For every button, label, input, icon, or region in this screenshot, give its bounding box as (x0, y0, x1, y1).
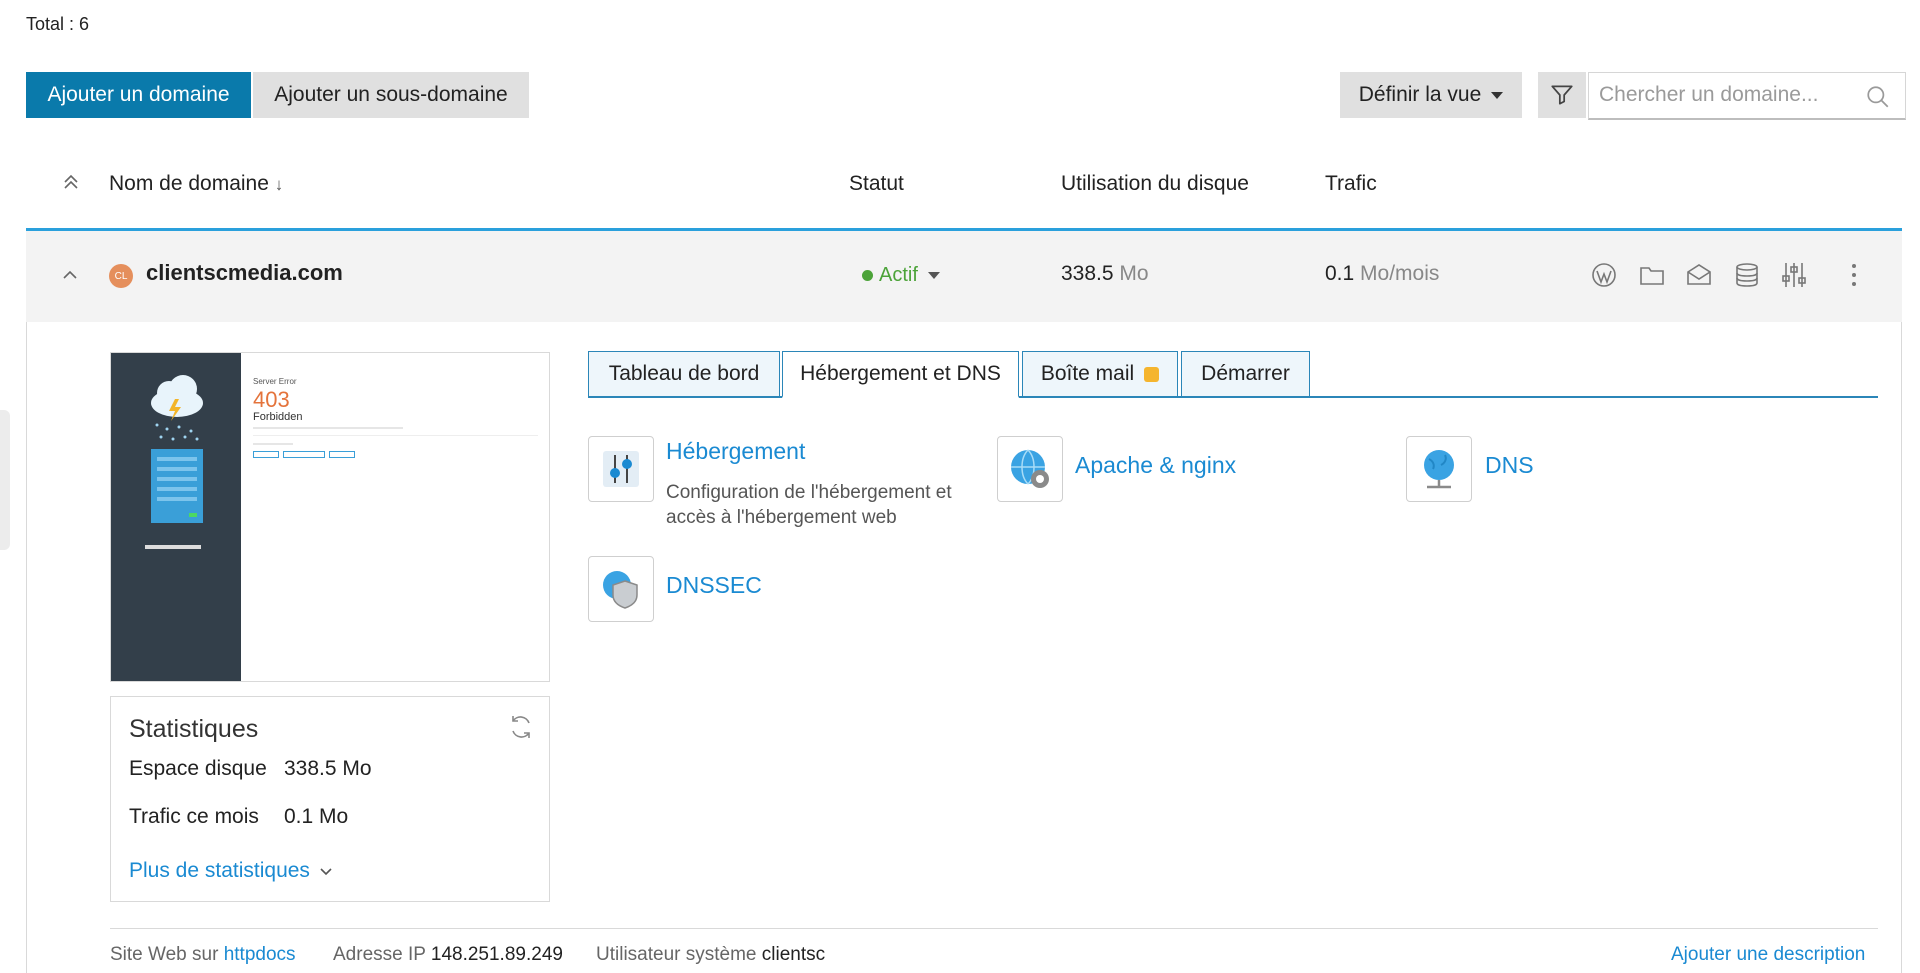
mail-icon[interactable] (1685, 261, 1713, 289)
search-icon[interactable] (1865, 84, 1891, 110)
column-header-traffic[interactable]: Trafic (1325, 172, 1377, 196)
preview-dark-panel (111, 353, 241, 681)
system-user-label: Utilisateur système (596, 944, 757, 965)
status-dropdown[interactable]: Actif (862, 264, 940, 287)
column-header-disk[interactable]: Utilisation du disque (1061, 172, 1249, 196)
add-domain-button[interactable]: Ajouter un domaine (26, 72, 251, 118)
status-dot-icon (862, 270, 873, 281)
tab-hosting-dns[interactable]: Hébergement et DNS (782, 351, 1019, 398)
footer-divider (110, 928, 1878, 929)
refresh-icon[interactable] (507, 713, 535, 741)
hosting-icon-tile[interactable] (588, 436, 654, 502)
statistics-card: Statistiques Espace disque 338.5 Mo Traf… (110, 696, 550, 902)
column-header-status[interactable]: Statut (849, 172, 904, 196)
tab-getting-started[interactable]: Démarrer (1181, 351, 1310, 397)
sort-down-icon: ↓ (274, 175, 284, 194)
traffic-unit: Mo/mois (1360, 262, 1440, 285)
dns-globe-icon (1424, 450, 1454, 489)
add-description-link[interactable]: Ajouter une description (1671, 944, 1865, 966)
chevron-down-icon (320, 868, 332, 876)
database-icon[interactable] (1733, 261, 1761, 289)
hosting-link[interactable]: Hébergement (666, 438, 805, 465)
system-user-value: clientsc (761, 944, 826, 965)
footer-ip: Adresse IP 148.251.89.249 (333, 944, 563, 966)
dns-link[interactable]: DNS (1485, 452, 1534, 479)
preview-button (283, 451, 325, 458)
traffic-usage: 0.1 Mo/mois (1325, 262, 1439, 286)
preview-text-line (253, 443, 293, 445)
preview-error-text: Forbidden (253, 411, 303, 423)
preview-divider (253, 435, 538, 436)
tab-mailbox-label: Boîte mail (1040, 362, 1135, 385)
traffic-month-label: Trafic ce mois (129, 805, 259, 828)
domain-name-link[interactable]: clientscmedia.com (146, 260, 343, 286)
apache-nginx-link[interactable]: Apache & nginx (1075, 452, 1236, 479)
search-field[interactable] (1588, 72, 1906, 120)
disk-usage: 338.5 Mo (1061, 262, 1149, 286)
hosting-description-line2: accès à l'hébergement web (666, 507, 897, 528)
cloud-storm-icon (151, 375, 203, 523)
statistics-title: Statistiques (129, 715, 259, 743)
ip-label: Adresse IP (333, 944, 426, 965)
ip-value: 148.251.89.249 (430, 944, 563, 965)
server-base (145, 545, 201, 549)
disk-space-value: 338.5 Mo (284, 757, 372, 780)
disk-usage-value: 338.5 (1061, 262, 1114, 285)
website-preview[interactable]: Server Error 403 Forbidden (110, 352, 550, 682)
preview-button (253, 451, 279, 458)
preview-error-code: 403 (253, 387, 290, 412)
traffic-month-value: 0.1 Mo (284, 805, 349, 828)
hosting-settings-icon (603, 451, 639, 487)
footer-system-user: Utilisateur système clientsc (596, 944, 825, 966)
more-stats-link[interactable]: Plus de statistiques (129, 859, 334, 883)
more-icon[interactable] (1848, 262, 1860, 288)
collapse-all-icon[interactable] (60, 172, 82, 194)
more-stats-label: Plus de statistiques (129, 859, 310, 882)
dnssec-icon-tile[interactable] (588, 556, 654, 622)
footer-website: Site Web sur httpdocs (110, 944, 296, 966)
website-root-link[interactable]: httpdocs (224, 944, 296, 965)
dnssec-link[interactable]: DNSSEC (666, 572, 762, 599)
preview-error-title: Server Error (253, 377, 297, 386)
hosting-description-line1: Configuration de l'hébergement et (666, 482, 952, 503)
traffic-value: 0.1 (1325, 262, 1355, 285)
add-subdomain-button[interactable]: Ajouter un sous-domaine (253, 72, 529, 118)
disk-space-label: Espace disque (129, 757, 267, 780)
total-count: Total : 6 (26, 14, 90, 34)
preview-button (329, 451, 355, 458)
domain-header-label: Nom de domaine (109, 172, 269, 195)
disk-usage-unit: Mo (1119, 262, 1149, 285)
filter-button[interactable] (1538, 72, 1586, 118)
define-view-label: Définir la vue (1358, 83, 1482, 106)
tab-dashboard[interactable]: Tableau de bord (588, 351, 780, 397)
apache-icon-tile[interactable] (997, 436, 1063, 502)
wordpress-icon[interactable] (1590, 261, 1618, 289)
website-label: Site Web sur (110, 944, 219, 965)
avatar: CL (109, 264, 133, 288)
caret-down-icon (1491, 91, 1504, 99)
preview-text-line (253, 427, 403, 429)
search-input[interactable] (1589, 73, 1849, 117)
warning-badge (1144, 366, 1160, 382)
sidebar-handle[interactable] (0, 410, 10, 550)
tab-mailbox[interactable]: Boîte mail (1022, 351, 1178, 397)
filter-icon (1551, 85, 1573, 105)
define-view-dropdown[interactable]: Définir la vue (1340, 72, 1522, 118)
dnssec-shield-icon (603, 571, 638, 609)
status-label: Actif (879, 264, 918, 286)
sliders-icon[interactable] (1780, 260, 1808, 290)
dns-icon-tile[interactable] (1406, 436, 1472, 502)
folder-icon[interactable] (1638, 262, 1666, 288)
caret-down-icon (927, 272, 940, 279)
chevron-up-icon[interactable] (60, 265, 80, 285)
column-header-domain[interactable]: Nom de domaine ↓ (109, 172, 283, 196)
apache-nginx-icon (1011, 449, 1049, 488)
